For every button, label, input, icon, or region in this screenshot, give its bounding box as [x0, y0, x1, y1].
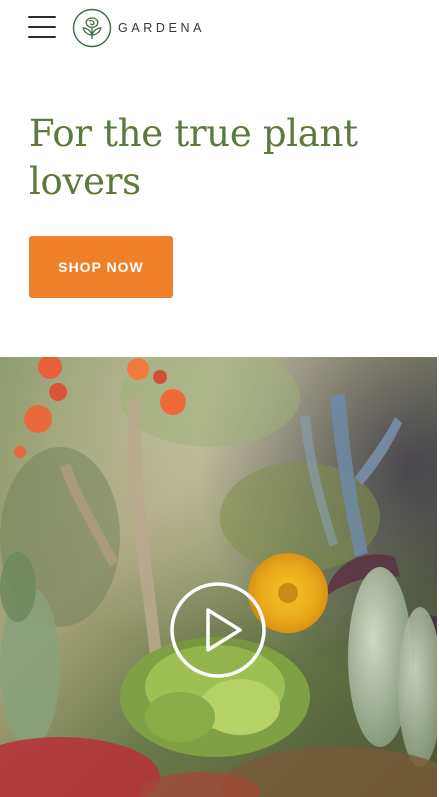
- play-icon[interactable]: [168, 580, 268, 680]
- hero-title: For the true plant lovers: [29, 112, 358, 203]
- menu-line: [28, 16, 56, 18]
- rose-logo-icon: [72, 8, 112, 48]
- brand-logo[interactable]: GARDENA: [72, 8, 205, 48]
- hamburger-menu-icon[interactable]: [28, 15, 56, 39]
- succulent-plants-photo: [0, 357, 437, 797]
- menu-line: [28, 26, 56, 28]
- brand-name: GARDENA: [118, 21, 206, 35]
- menu-line: [28, 36, 56, 38]
- shop-now-button[interactable]: SHOP NOW: [29, 236, 173, 298]
- video-section[interactable]: [0, 357, 437, 797]
- site-header: GARDENA: [0, 0, 439, 56]
